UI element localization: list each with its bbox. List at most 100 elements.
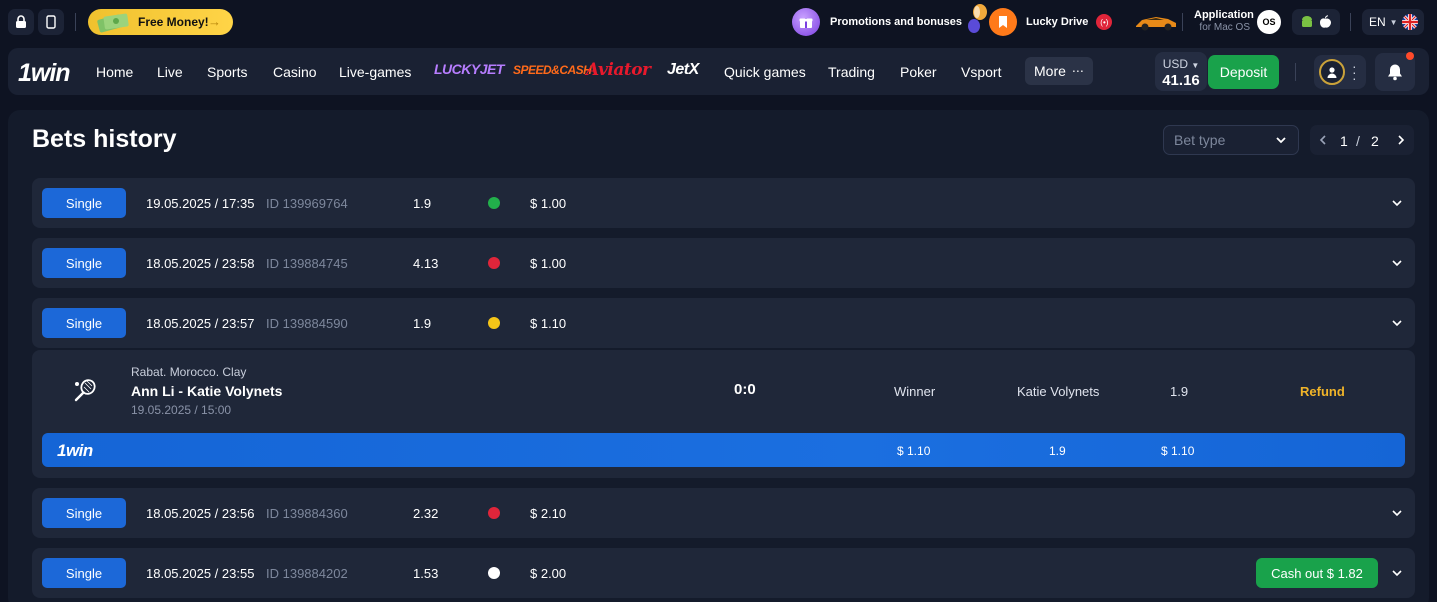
nav-trading[interactable]: Trading — [828, 64, 875, 80]
bets-history-panel: Bets history Bet type 1 / 2 Single 19.05… — [8, 110, 1429, 602]
phone-icon — [46, 15, 56, 29]
car-icon — [1136, 17, 1177, 31]
user-menu[interactable]: · · · — [1314, 55, 1366, 89]
bet-coefficient: 1.53 — [413, 566, 439, 581]
chevron-down-icon[interactable] — [1391, 257, 1403, 269]
divider — [1295, 63, 1296, 81]
match-name[interactable]: Ann Li - Katie Volynets — [131, 383, 282, 399]
chevron-down-icon: ▼ — [1191, 61, 1200, 70]
top-bar: Free Money! → Promotions and bonuses Luc… — [0, 0, 1437, 44]
nav-poker[interactable]: Poker — [900, 64, 937, 80]
chevron-down-icon[interactable] — [1391, 507, 1403, 519]
divider — [1182, 13, 1183, 31]
bet-coefficient: 4.13 — [413, 256, 439, 271]
bet-type-badge[interactable]: Single — [42, 498, 126, 528]
bet-summary-bar: 1win $ 1.10 1.9 $ 1.10 — [42, 433, 1405, 467]
summary-stake: $ 1.10 — [897, 444, 931, 458]
status-dot — [488, 507, 500, 519]
status-dot — [488, 317, 500, 329]
uk-flag-icon — [1402, 14, 1418, 30]
lucky-drive-button[interactable]: Lucky Drive (•) — [989, 8, 1178, 36]
apple-icon[interactable] — [1319, 15, 1332, 29]
notifications-button[interactable] — [1375, 52, 1415, 91]
nav-sports[interactable]: Sports — [207, 64, 247, 80]
match-date: 19.05.2025 / 15:00 — [131, 403, 232, 417]
bet-coefficient: 2.32 — [413, 506, 439, 521]
chevron-down-icon: ▼ — [1389, 17, 1398, 27]
bet-date: 18.05.2025 / 23:57 — [146, 316, 255, 331]
app-title: Application — [1194, 9, 1254, 21]
currency-label: USD — [1162, 57, 1189, 71]
user-icon — [1327, 66, 1337, 78]
selection-name: Katie Volynets — [1017, 384, 1100, 399]
bet-type-select[interactable]: Bet type — [1163, 125, 1299, 155]
bet-type-badge[interactable]: Single — [42, 308, 126, 338]
store-buttons[interactable] — [1292, 9, 1340, 35]
macos-icon[interactable]: OS — [1257, 10, 1281, 34]
nav-casino[interactable]: Casino — [273, 64, 317, 80]
divider — [75, 13, 76, 31]
status-dot — [488, 197, 500, 209]
more-button[interactable]: More ⋯ — [1025, 57, 1093, 85]
nav-aviator[interactable]: Aviator — [586, 60, 651, 80]
market-name: Winner — [894, 384, 936, 399]
deposit-button[interactable]: Deposit — [1208, 55, 1279, 89]
bet-status: Refund — [1300, 384, 1345, 399]
chevron-down-icon[interactable] — [1391, 317, 1403, 329]
bet-amount: $ 2.10 — [530, 506, 567, 521]
bet-id: ID 139884202 — [266, 566, 348, 581]
free-money-button[interactable]: Free Money! → — [88, 9, 233, 35]
pagination: 1 / 2 — [1310, 125, 1414, 155]
more-label: More — [1034, 63, 1066, 79]
cash-icon — [97, 13, 129, 33]
app-subtitle: for Mac OS — [1199, 22, 1250, 33]
bet-row[interactable]: Single 18.05.2025 / 23:57 ID 139884590 1… — [32, 298, 1415, 348]
bet-row[interactable]: Single 18.05.2025 / 23:55 ID 139884202 1… — [32, 548, 1415, 598]
chevron-down-icon[interactable] — [1391, 567, 1403, 579]
bet-type-badge[interactable]: Single — [42, 248, 126, 278]
summary-logo: 1win — [57, 441, 93, 460]
cash-out-button[interactable]: Cash out $ 1.82 — [1256, 558, 1378, 588]
nav-quick-games[interactable]: Quick games — [724, 64, 806, 80]
nav-live[interactable]: Live — [157, 64, 183, 80]
bet-row[interactable]: Single 18.05.2025 / 23:58 ID 139884745 4… — [32, 238, 1415, 288]
bet-row[interactable]: Single 18.05.2025 / 23:56 ID 139884360 2… — [32, 488, 1415, 538]
nav-vsport[interactable]: Vsport — [961, 64, 1001, 80]
chevron-left-icon[interactable] — [1316, 133, 1330, 147]
summary-coefficient: 1.9 — [1049, 444, 1066, 458]
bet-date: 19.05.2025 / 17:35 — [146, 196, 255, 211]
bet-type-badge[interactable]: Single — [42, 188, 126, 218]
app-download[interactable]: Application for Mac OS — [1194, 9, 1254, 33]
page-separator: / — [1356, 133, 1360, 149]
ellipsis-icon: ⋯ — [1071, 64, 1084, 78]
balloons-icon — [968, 4, 988, 33]
balance-amount: 41.16 — [1162, 72, 1200, 89]
chevron-down-icon[interactable] — [1391, 197, 1403, 209]
balance-widget[interactable]: USD ▼ 41.16 — [1155, 52, 1207, 91]
status-dot — [488, 567, 500, 579]
mobile-button[interactable] — [38, 9, 64, 35]
nav-home[interactable]: Home — [96, 64, 133, 80]
bet-row[interactable]: Single 19.05.2025 / 17:35 ID 139969764 1… — [32, 178, 1415, 228]
main-nav: 1win Home Live Sports Casino Live-games … — [8, 48, 1429, 95]
nav-luckyjet[interactable]: LUCKYJET — [434, 61, 504, 77]
lock-icon — [16, 15, 26, 28]
bet-type-badge[interactable]: Single — [42, 558, 126, 588]
kebab-menu-icon[interactable]: · · · — [1352, 59, 1357, 85]
bet-amount: $ 1.10 — [530, 316, 567, 331]
site-logo[interactable]: 1win — [18, 59, 71, 88]
chevron-right-icon[interactable] — [1394, 133, 1408, 147]
promotions-label: Promotions and bonuses — [830, 16, 963, 28]
language-select[interactable]: EN ▼ — [1362, 9, 1424, 35]
nav-speed-cash[interactable]: SPEED&CASH — [513, 63, 592, 77]
nav-live-games[interactable]: Live-games — [339, 64, 411, 80]
bell-icon — [1388, 64, 1402, 81]
selection-coefficient: 1.9 — [1170, 384, 1189, 399]
avatar[interactable] — [1319, 59, 1345, 85]
nav-jetx[interactable]: JetX — [667, 61, 699, 79]
android-icon[interactable] — [1300, 15, 1314, 29]
lock-button[interactable] — [8, 9, 34, 35]
bet-amount: $ 1.00 — [530, 256, 567, 271]
bet-id: ID 139884590 — [266, 316, 348, 331]
promotions-button[interactable]: Promotions and bonuses — [792, 4, 988, 36]
